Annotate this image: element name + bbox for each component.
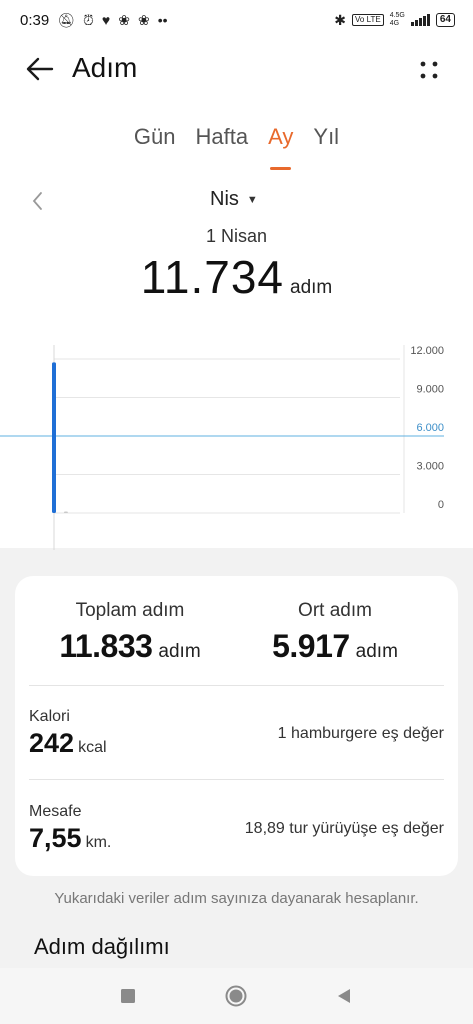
total-steps-label: Toplam adım (75, 600, 185, 621)
y-tick-label: 6.000 (416, 422, 444, 434)
distance-unit: km. (85, 834, 112, 851)
status-bar: 0:39 🔕︎ ⏰︎ ♥ ❀ ❀ •• ✱ Vo LTE 4.5G 4G 64 (0, 0, 473, 40)
square-icon (121, 989, 135, 1003)
page-title: Adım (72, 52, 138, 83)
selected-steps-unit: adım (290, 277, 333, 298)
network-type-bottom: 4G (389, 20, 400, 27)
divider (29, 779, 444, 780)
steps-chart[interactable]: 12.0009.0006.0003.00002/49/416/423/430/4 (0, 310, 473, 550)
tab-week[interactable]: Hafta (196, 120, 249, 164)
more-options-icon (420, 61, 438, 79)
month-selector[interactable]: Nis ▼ (210, 188, 258, 211)
more-options-button[interactable] (412, 56, 446, 86)
alarm-icon: ⏰︎ (82, 12, 94, 28)
app-notification-icon: ❀ (118, 12, 130, 28)
top-area: Adım Gün Hafta Ay Yıl Nis ▼ 1 Nisan 11.7… (0, 40, 473, 550)
chart-bar (52, 362, 56, 513)
back-arrow-icon (26, 57, 54, 81)
section-title-step-distribution: Adım dağılımı (34, 934, 170, 959)
average-steps-unit: adım (355, 641, 398, 662)
system-nav-bar (0, 968, 473, 1024)
selected-steps: 11.734 adım (0, 250, 473, 304)
y-tick-label: 12.000 (410, 345, 444, 357)
back-nav-button[interactable] (330, 984, 358, 1008)
distance-equivalent: 18,89 tur yürüyüşe eş değer (244, 820, 444, 837)
notification-muted-icon: 🔕︎ (57, 12, 75, 28)
tab-month[interactable]: Ay (268, 120, 293, 170)
x-tick-label: 2/4 (58, 549, 75, 550)
average-steps-label: Ort adım (298, 600, 372, 621)
calorie-label: Kalori (29, 708, 70, 725)
health-app-icon: ♥ (101, 12, 111, 28)
battery-icon: 64 (435, 13, 455, 27)
period-tabs: Gün Hafta Ay Yıl (0, 120, 473, 170)
network-type: 4.5G 4G (390, 12, 405, 28)
month-row: Nis ▼ (0, 186, 473, 216)
distance-metric: Mesafe 7,55 km. (29, 803, 111, 854)
y-tick-label: 0 (438, 499, 444, 511)
calorie-metric: Kalori 242 kcal (29, 708, 107, 759)
y-tick-label: 9.000 (416, 384, 444, 396)
caret-down-icon: ▼ (246, 193, 258, 206)
total-steps-unit: adım (158, 641, 201, 662)
month-selector-value: Nis (210, 188, 239, 210)
home-circle-icon (225, 985, 247, 1007)
chart-bar (63, 511, 68, 513)
distance-label: Mesafe (29, 803, 82, 820)
tab-day[interactable]: Gün (134, 120, 176, 164)
recent-apps-button[interactable] (114, 984, 142, 1008)
triangle-back-icon (338, 989, 350, 1003)
distance-value: 7,55 (29, 823, 82, 853)
signal-icon (410, 14, 430, 26)
chevron-left-icon (32, 192, 42, 210)
calorie-equivalent: 1 hamburgere eş değer (277, 725, 444, 742)
selected-date: 1 Nisan (205, 226, 268, 246)
divider (29, 685, 444, 686)
more-notifications-icon: •• (157, 12, 168, 28)
status-time: 0:39 (20, 11, 50, 29)
back-button[interactable] (24, 54, 60, 84)
average-steps: Ort adım 5.917 adım (240, 600, 430, 665)
total-steps-value: 11.833 (59, 628, 153, 664)
summary-card: Toplam adım 11.833 adım Ort adım 5.917 a… (15, 576, 458, 876)
footnote: Yukarıdaki veriler adım sayınıza dayanar… (54, 890, 419, 907)
calorie-unit: kcal (78, 739, 107, 756)
tab-year[interactable]: Yıl (313, 120, 339, 164)
average-steps-value: 5.917 (272, 628, 350, 664)
status-right: ✱ Vo LTE 4.5G 4G 64 (334, 12, 455, 28)
network-type-top: 4.5G (389, 12, 405, 19)
volte-icon: Vo LTE (352, 14, 384, 26)
home-button[interactable] (222, 984, 250, 1008)
previous-month-button[interactable] (26, 186, 50, 216)
bluetooth-icon: ✱ (334, 12, 347, 28)
header: Adım (0, 40, 473, 100)
total-steps: Toplam adım 11.833 adım (35, 600, 225, 665)
y-tick-label: 3.000 (416, 461, 444, 473)
status-left: 0:39 🔕︎ ⏰︎ ♥ ❀ ❀ •• (20, 12, 168, 29)
calorie-value: 242 (29, 728, 75, 758)
selected-steps-value: 11.734 (140, 251, 285, 303)
app-notification-icon-2: ❀ (137, 12, 150, 28)
